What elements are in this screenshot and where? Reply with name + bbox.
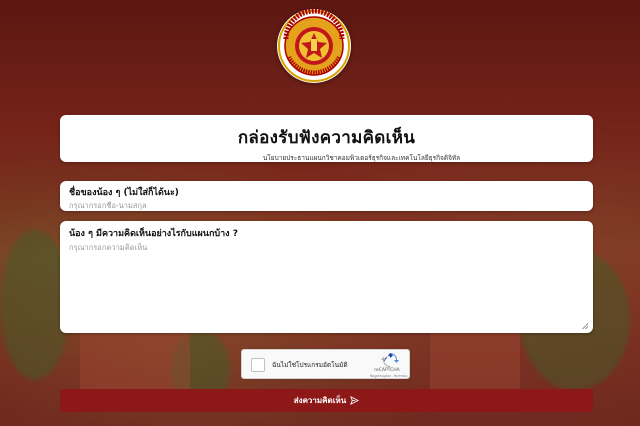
resize-handle-icon[interactable] bbox=[582, 323, 588, 329]
submit-label: ส่งความคิดเห็น bbox=[293, 396, 347, 405]
page-subtitle: นโยบายประธานแผนกวิชาคอมพิวเตอร์ธุรกิจและ… bbox=[262, 154, 461, 162]
recaptcha-brand: reCAPTCHA bbox=[374, 368, 400, 373]
name-field-card: ชื่อของน้อง ๆ (ไม่ใส่ก็ได้นะ) bbox=[60, 181, 593, 211]
title-card: กล่องรับฟังความคิดเห็น นโยบายประธานแผนกว… bbox=[60, 115, 593, 162]
recaptcha-widget: ฉันไม่ใช่โปรแกรมอัตโนมัติ reCAPTCHA ข้อม… bbox=[241, 349, 410, 379]
recaptcha-logo-icon bbox=[381, 353, 399, 367]
recaptcha-label: ฉันไม่ใช่โปรแกรมอัตโนมัติ bbox=[272, 361, 348, 369]
page-title: กล่องรับฟังความคิดเห็น bbox=[237, 128, 416, 148]
college-logo bbox=[277, 9, 351, 83]
send-icon bbox=[350, 396, 360, 405]
recaptcha-terms[interactable]: ข้อมูลส่วนบุคคล - ข้อกำหนด bbox=[370, 374, 407, 379]
name-label: ชื่อของน้อง ๆ (ไม่ใส่ก็ได้นะ) bbox=[69, 188, 179, 198]
submit-button[interactable]: ส่งความคิดเห็น bbox=[60, 389, 593, 412]
comment-field-card: น้อง ๆ มีความคิดเห็นอย่างไรกับแผนกบ้าง ? bbox=[60, 221, 593, 333]
comment-label: น้อง ๆ มีความคิดเห็นอย่างไรกับแผนกบ้าง ? bbox=[69, 229, 238, 239]
comment-textarea[interactable] bbox=[69, 242, 584, 328]
recaptcha-checkbox[interactable] bbox=[251, 358, 265, 372]
college-emblem-icon bbox=[278, 9, 350, 82]
name-input[interactable] bbox=[69, 201, 584, 210]
